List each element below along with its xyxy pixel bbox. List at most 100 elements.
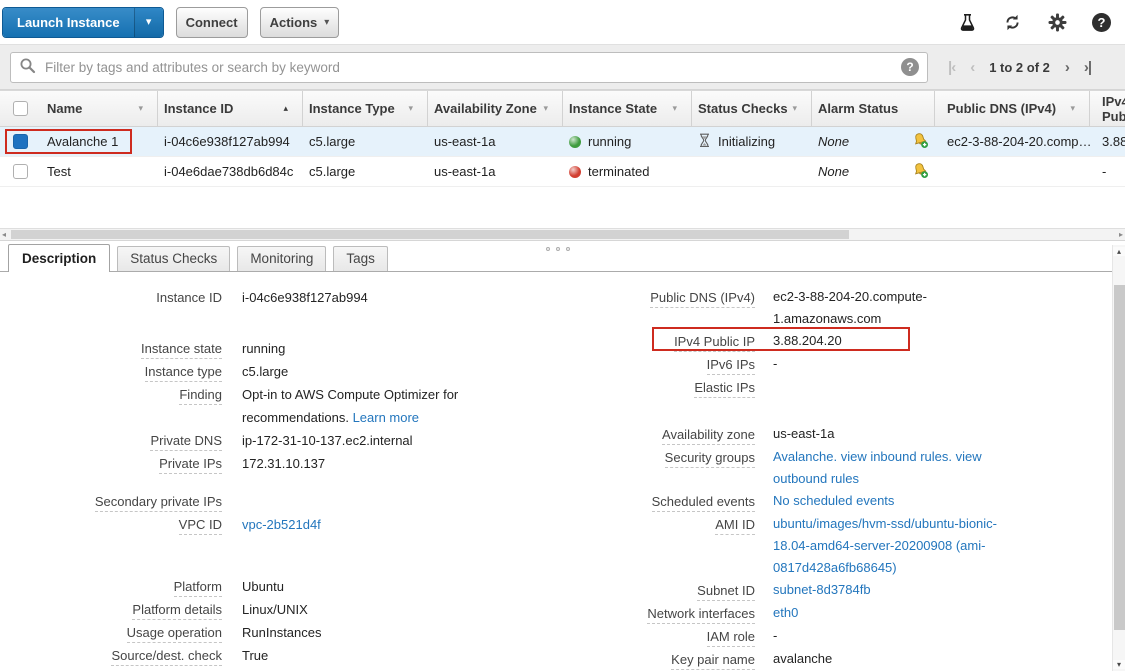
field-label: Subnet ID bbox=[600, 579, 755, 602]
cell-instance-state: running bbox=[563, 134, 692, 149]
tab-label: Description bbox=[22, 251, 96, 266]
search-help-icon[interactable]: ? bbox=[901, 58, 919, 76]
refresh-icon[interactable] bbox=[1002, 12, 1022, 32]
field-value: avalanche bbox=[773, 648, 1013, 671]
launch-instance-button[interactable]: Launch Instance ▾ bbox=[2, 7, 164, 38]
column-header-label: Instance ID bbox=[164, 101, 233, 116]
panel-resize-handle[interactable] bbox=[546, 247, 570, 251]
cell-ipv4: - bbox=[1090, 164, 1125, 179]
create-alarm-bell-icon[interactable] bbox=[912, 162, 929, 182]
last-page-button[interactable]: ›| bbox=[1084, 59, 1091, 76]
column-header-label: IPv4 Public IP bbox=[1102, 94, 1125, 124]
column-header[interactable]: IPv4 Public IP ▴ ▾ bbox=[1090, 91, 1125, 126]
scroll-left-icon[interactable]: ◂ bbox=[2, 229, 6, 240]
first-page-button[interactable]: |‹ bbox=[948, 59, 955, 76]
column-header[interactable]: Instance State ▴ ▾ bbox=[563, 91, 692, 126]
detail-row: Instance ID i-04c6e938f127ab994 bbox=[0, 286, 560, 309]
vertical-scrollbar[interactable]: ▴ ▾ bbox=[1112, 245, 1125, 671]
cell-availability-zone: us-east-1a bbox=[428, 134, 563, 149]
field-value: True bbox=[242, 644, 480, 667]
table-row[interactable]: Avalanche 1 i-04c6e938f127ab994 c5.large… bbox=[0, 127, 1125, 157]
tab[interactable]: Monitoring bbox=[237, 246, 326, 271]
field-label: Key pair name bbox=[600, 648, 755, 671]
detail-row: Security groups Avalanche. view inbound … bbox=[600, 446, 1070, 490]
cell-status-checks: Initializing bbox=[692, 133, 812, 151]
field-link[interactable]: subnet-8d3784fb bbox=[773, 582, 871, 597]
launch-instance-label[interactable]: Launch Instance bbox=[3, 8, 134, 37]
scroll-down-icon[interactable]: ▾ bbox=[1113, 660, 1125, 669]
detail-row: AMI ID ubuntu/images/hvm-ssd/ubuntu-bion… bbox=[600, 513, 1070, 579]
hourglass-icon bbox=[698, 133, 711, 151]
detail-row: Scheduled events No scheduled events bbox=[600, 490, 1070, 513]
flask-icon[interactable] bbox=[957, 12, 977, 32]
field-link[interactable]: ubuntu/images/hvm-ssd/ubuntu-bionic-18.0… bbox=[773, 516, 997, 575]
sort-asc-icon: ▴ bbox=[283, 103, 288, 114]
chevron-down-icon: ▾ bbox=[324, 17, 329, 28]
table-row[interactable]: Test i-04e6dae738db6d84c c5.large us-eas… bbox=[0, 157, 1125, 187]
state-dot-icon bbox=[569, 166, 581, 178]
field-label: Instance ID bbox=[0, 286, 222, 309]
tab-label: Status Checks bbox=[130, 251, 217, 266]
field-link[interactable]: eth0 bbox=[773, 605, 798, 620]
search-input[interactable]: Filter by tags and attributes or search … bbox=[10, 52, 928, 83]
vertical-scrollbar-thumb[interactable] bbox=[1114, 285, 1125, 630]
ec2-console: Launch Instance ▾ Connect Actions▾ bbox=[0, 0, 1125, 671]
row-checkbox[interactable] bbox=[13, 134, 28, 149]
sort-desc-icon: ▾ bbox=[672, 103, 677, 114]
field-link[interactable]: vpc-2b521d4f bbox=[242, 517, 321, 532]
status-checks-label: Initializing bbox=[718, 134, 775, 149]
cell-ipv4: 3.88.204.20 bbox=[1090, 134, 1125, 149]
search-placeholder: Filter by tags and attributes or search … bbox=[45, 60, 901, 75]
sort-desc-icon: ▾ bbox=[543, 103, 548, 114]
tab[interactable]: Description bbox=[8, 244, 110, 272]
column-header[interactable]: Name ▴ ▾ bbox=[40, 91, 158, 126]
table-header: Name ▴ ▾ Instance ID ▴ ▾ Instance Type ▴… bbox=[0, 90, 1125, 127]
detail-row: Key pair name avalanche bbox=[600, 648, 1070, 671]
gear-icon[interactable] bbox=[1047, 12, 1067, 32]
tab[interactable]: Tags bbox=[333, 246, 388, 271]
field-value: subnet-8d3784fb bbox=[773, 579, 1013, 602]
column-header[interactable]: Instance Type ▴ ▾ bbox=[303, 91, 428, 126]
field-label: Secondary private IPs bbox=[0, 490, 222, 513]
field-label: Private IPs bbox=[0, 452, 222, 475]
sort-desc-icon: ▾ bbox=[792, 103, 797, 114]
prev-page-button[interactable]: ‹ bbox=[970, 59, 974, 76]
column-header[interactable]: Public DNS (IPv4) ▴ ▾ bbox=[935, 91, 1090, 126]
field-link[interactable]: Learn more bbox=[353, 410, 419, 425]
detail-row: Instance type c5.large bbox=[0, 360, 560, 383]
field-link[interactable]: Avalanche. view inbound rules. view outb… bbox=[773, 449, 982, 486]
connect-button[interactable]: Connect bbox=[176, 7, 248, 38]
field-value bbox=[773, 376, 1013, 399]
field-link[interactable]: No scheduled events bbox=[773, 493, 894, 508]
launch-instance-caret[interactable]: ▾ bbox=[134, 8, 163, 37]
field-value bbox=[242, 667, 480, 671]
column-header[interactable]: Availability Zone ▴ ▾ bbox=[428, 91, 563, 126]
tab[interactable]: Status Checks bbox=[117, 246, 230, 271]
field-label: Public DNS (IPv4) bbox=[600, 286, 755, 330]
help-icon[interactable]: ? bbox=[1092, 13, 1111, 32]
sort-desc-icon: ▾ bbox=[1070, 103, 1075, 114]
create-alarm-bell-icon[interactable] bbox=[912, 132, 929, 152]
field-label: Platform bbox=[0, 575, 222, 598]
column-header[interactable]: Instance ID ▴ ▾ bbox=[158, 91, 303, 126]
field-label: IPv4 Public IP bbox=[600, 330, 755, 353]
scroll-up-icon[interactable]: ▴ bbox=[1113, 247, 1125, 256]
detail-row: Instance state running bbox=[0, 337, 560, 360]
cell-name: Avalanche 1 bbox=[40, 134, 158, 149]
field-value: c5.large bbox=[242, 360, 480, 383]
detail-row: IPv4 Public IP 3.88.204.20 bbox=[600, 330, 1070, 353]
state-label: running bbox=[588, 134, 631, 149]
scroll-right-icon[interactable]: ▸ bbox=[1119, 229, 1123, 240]
actions-button[interactable]: Actions▾ bbox=[260, 7, 340, 38]
column-header[interactable]: Status Checks ▴ ▾ bbox=[692, 91, 812, 126]
next-page-button[interactable]: › bbox=[1065, 59, 1069, 76]
row-checkbox[interactable] bbox=[13, 164, 28, 179]
horizontal-scrollbar[interactable]: ◂ ▸ bbox=[0, 228, 1125, 241]
detail-row: Secondary private IPs bbox=[0, 490, 560, 513]
state-dot-icon bbox=[569, 136, 581, 148]
select-all-checkbox[interactable] bbox=[13, 101, 28, 116]
column-header[interactable]: Alarm Status ▴ ▾ bbox=[812, 91, 935, 126]
connect-label: Connect bbox=[186, 15, 238, 30]
column-header-label: Name bbox=[47, 101, 82, 116]
horizontal-scrollbar-thumb[interactable] bbox=[11, 230, 849, 239]
